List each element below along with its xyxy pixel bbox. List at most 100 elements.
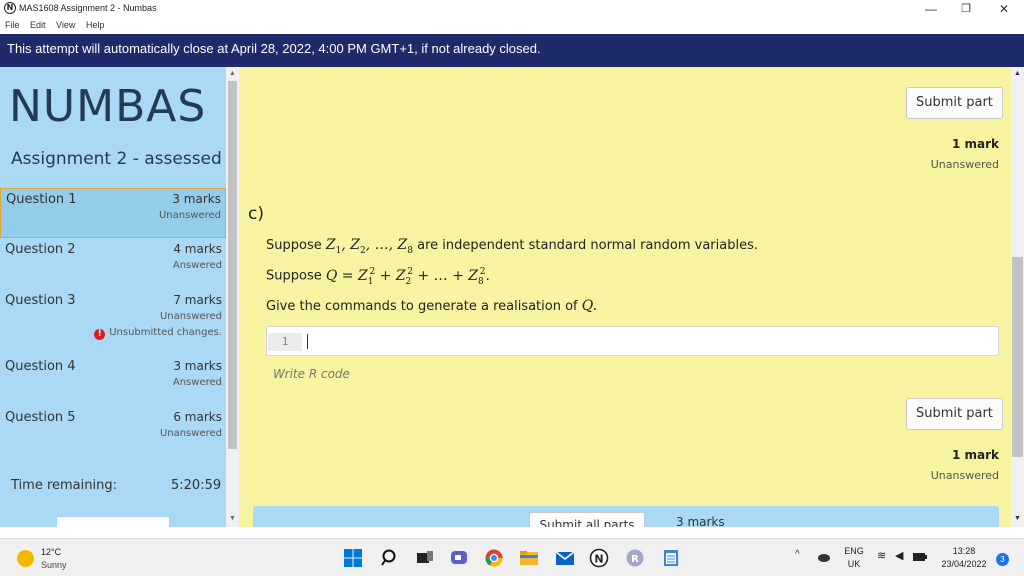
notification-badge[interactable]: 3: [996, 553, 1009, 566]
question-name: Question 5: [5, 410, 76, 425]
wifi-icon[interactable]: ≋: [877, 549, 886, 562]
clock-date[interactable]: 23/04/2022: [939, 559, 989, 569]
cloud-icon[interactable]: [816, 551, 832, 563]
part-status-2: Unanswered: [930, 469, 999, 482]
part-marks-2: 1 mark: [951, 448, 999, 462]
submit-all-panel: Submit all parts 3 marks: [253, 506, 999, 527]
submit-part-button[interactable]: Submit part: [906, 87, 1003, 119]
numbas-logo: NUMBAS: [9, 81, 207, 132]
question-marks: 3 marks: [172, 192, 221, 206]
text-cursor: [307, 334, 308, 349]
code-hint: Write R code: [273, 367, 350, 381]
question-marks: 4 marks: [173, 242, 222, 256]
menu-edit[interactable]: Edit: [30, 20, 46, 30]
question-name: Question 3: [5, 293, 76, 308]
region-indicator[interactable]: UK: [842, 559, 866, 569]
chrome-icon[interactable]: [484, 548, 504, 568]
svg-text:R: R: [631, 554, 639, 565]
warning-text: Unsubmitted changes.: [109, 327, 222, 338]
question-status: Answered: [172, 260, 222, 271]
sidebar-question-2[interactable]: Question 2 4 marks Answered: [0, 239, 226, 289]
sidebar-scrollbar[interactable]: ▲ ▼: [226, 67, 239, 527]
sidebar-question-4[interactable]: Question 4 3 marks Answered: [0, 356, 226, 406]
language-indicator[interactable]: ENG: [842, 546, 866, 556]
battery-icon[interactable]: [912, 552, 928, 562]
part-label: c): [248, 204, 264, 224]
search-icon[interactable]: [380, 548, 400, 568]
numbas-app-icon: N: [4, 2, 16, 14]
submit-part-button-2[interactable]: Submit part: [906, 398, 1003, 430]
part-status: Unanswered: [930, 158, 999, 171]
clock-time[interactable]: 13:28: [944, 546, 984, 556]
assignment-title: Assignment 2 - assessed: [11, 149, 222, 169]
math-q-definition: Q = Z12 + Z22 + … + Z82.: [325, 267, 490, 287]
part-marks: 1 mark: [951, 137, 999, 151]
menu-help[interactable]: Help: [86, 20, 105, 30]
question-name: Question 2: [5, 242, 76, 257]
close-time-banner: This attempt will automatically close at…: [0, 34, 1024, 67]
sidebar-question-5[interactable]: Question 5 6 marks Unanswered: [0, 407, 226, 457]
question-name: Question 4: [5, 359, 76, 374]
question-marks: 7 marks: [173, 293, 222, 307]
svg-text:N: N: [594, 553, 603, 566]
total-marks: 3 marks: [676, 515, 725, 527]
window-title: MAS1608 Assignment 2 - Numbas: [19, 3, 157, 13]
sidebar: NUMBAS Assignment 2 - assessed Question …: [0, 67, 226, 527]
menu-bar: File Edit View Help: [0, 18, 1024, 34]
prompt-3-text: Give the commands to generate a realisat…: [266, 299, 578, 314]
file-explorer-icon[interactable]: [519, 548, 539, 568]
minimize-button[interactable]: —: [911, 0, 951, 18]
scrollbar-thumb[interactable]: [1012, 257, 1023, 457]
chevron-up-icon[interactable]: ^: [795, 549, 800, 560]
scroll-down-arrow-icon[interactable]: ▼: [226, 513, 239, 525]
sidebar-button[interactable]: [57, 517, 169, 527]
r-code-editor[interactable]: 1: [266, 326, 999, 356]
close-button[interactable]: ✕: [984, 0, 1024, 18]
math-z-sequence: Z1, Z2, …, Z8: [325, 237, 413, 256]
question-status: Unanswered: [159, 428, 222, 439]
weather-condition[interactable]: Sunny: [41, 560, 67, 570]
task-view-icon[interactable]: [415, 548, 435, 568]
time-remaining-value: 5:20:59: [171, 478, 222, 493]
scroll-up-arrow-icon[interactable]: ▲: [226, 68, 239, 80]
exclamation-icon: !: [94, 329, 106, 340]
volume-icon[interactable]: ◀: [895, 549, 903, 562]
sun-icon[interactable]: [17, 550, 34, 567]
math-q: Q.: [581, 298, 598, 314]
mail-icon[interactable]: [555, 548, 575, 568]
question-content: Submit part 1 mark Unanswered c) Suppose…: [239, 67, 1011, 527]
scroll-down-arrow-icon[interactable]: ▼: [1011, 513, 1024, 525]
prompt-line-1: Suppose Z1, Z2, …, Z8 are independent st…: [266, 237, 758, 256]
prompt-1-suffix: are independent standard normal random v…: [417, 238, 758, 253]
menu-view[interactable]: View: [56, 20, 75, 30]
taskbar: 12°C Sunny N R ^ ENG UK ≋ ◀ 13:28 23/04/…: [0, 538, 1024, 576]
time-remaining-label: Time remaining:: [11, 478, 117, 493]
windows-start-icon[interactable]: [343, 548, 363, 568]
weather-temperature[interactable]: 12°C: [41, 547, 61, 557]
unsubmitted-warning: ! Unsubmitted changes.: [94, 327, 222, 340]
window-title-bar: N MAS1608 Assignment 2 - Numbas — ❐ ✕: [0, 0, 1024, 18]
submit-all-parts-button[interactable]: Submit all parts: [529, 512, 645, 527]
teams-chat-icon[interactable]: [449, 548, 469, 568]
scroll-up-arrow-icon[interactable]: ▲: [1011, 68, 1024, 80]
sidebar-question-3[interactable]: Question 3 7 marks Unanswered ! Unsubmitt…: [0, 290, 226, 352]
window-bottom-edge: [0, 527, 1024, 538]
question-status: Answered: [172, 377, 222, 388]
notepad-icon[interactable]: [661, 548, 681, 568]
question-marks: 3 marks: [173, 359, 222, 373]
prompt-1-prefix: Suppose: [266, 238, 322, 253]
question-marks: 6 marks: [173, 410, 222, 424]
line-number: 1: [268, 333, 302, 351]
sidebar-question-1[interactable]: Question 1 3 marks Unanswered: [0, 188, 226, 238]
maximize-button[interactable]: ❐: [946, 0, 986, 18]
menu-file[interactable]: File: [5, 20, 20, 30]
prompt-2-prefix: Suppose: [266, 268, 322, 284]
question-name: Question 1: [6, 192, 77, 207]
numbas-taskbar-icon[interactable]: N: [589, 548, 609, 568]
r-icon[interactable]: R: [625, 548, 645, 568]
question-status: Unanswered: [158, 210, 221, 221]
main-scrollbar[interactable]: ▲ ▼: [1011, 67, 1024, 527]
scrollbar-thumb[interactable]: [228, 81, 237, 449]
prompt-line-3: Give the commands to generate a realisat…: [266, 298, 597, 314]
question-status: Unanswered: [159, 311, 222, 322]
